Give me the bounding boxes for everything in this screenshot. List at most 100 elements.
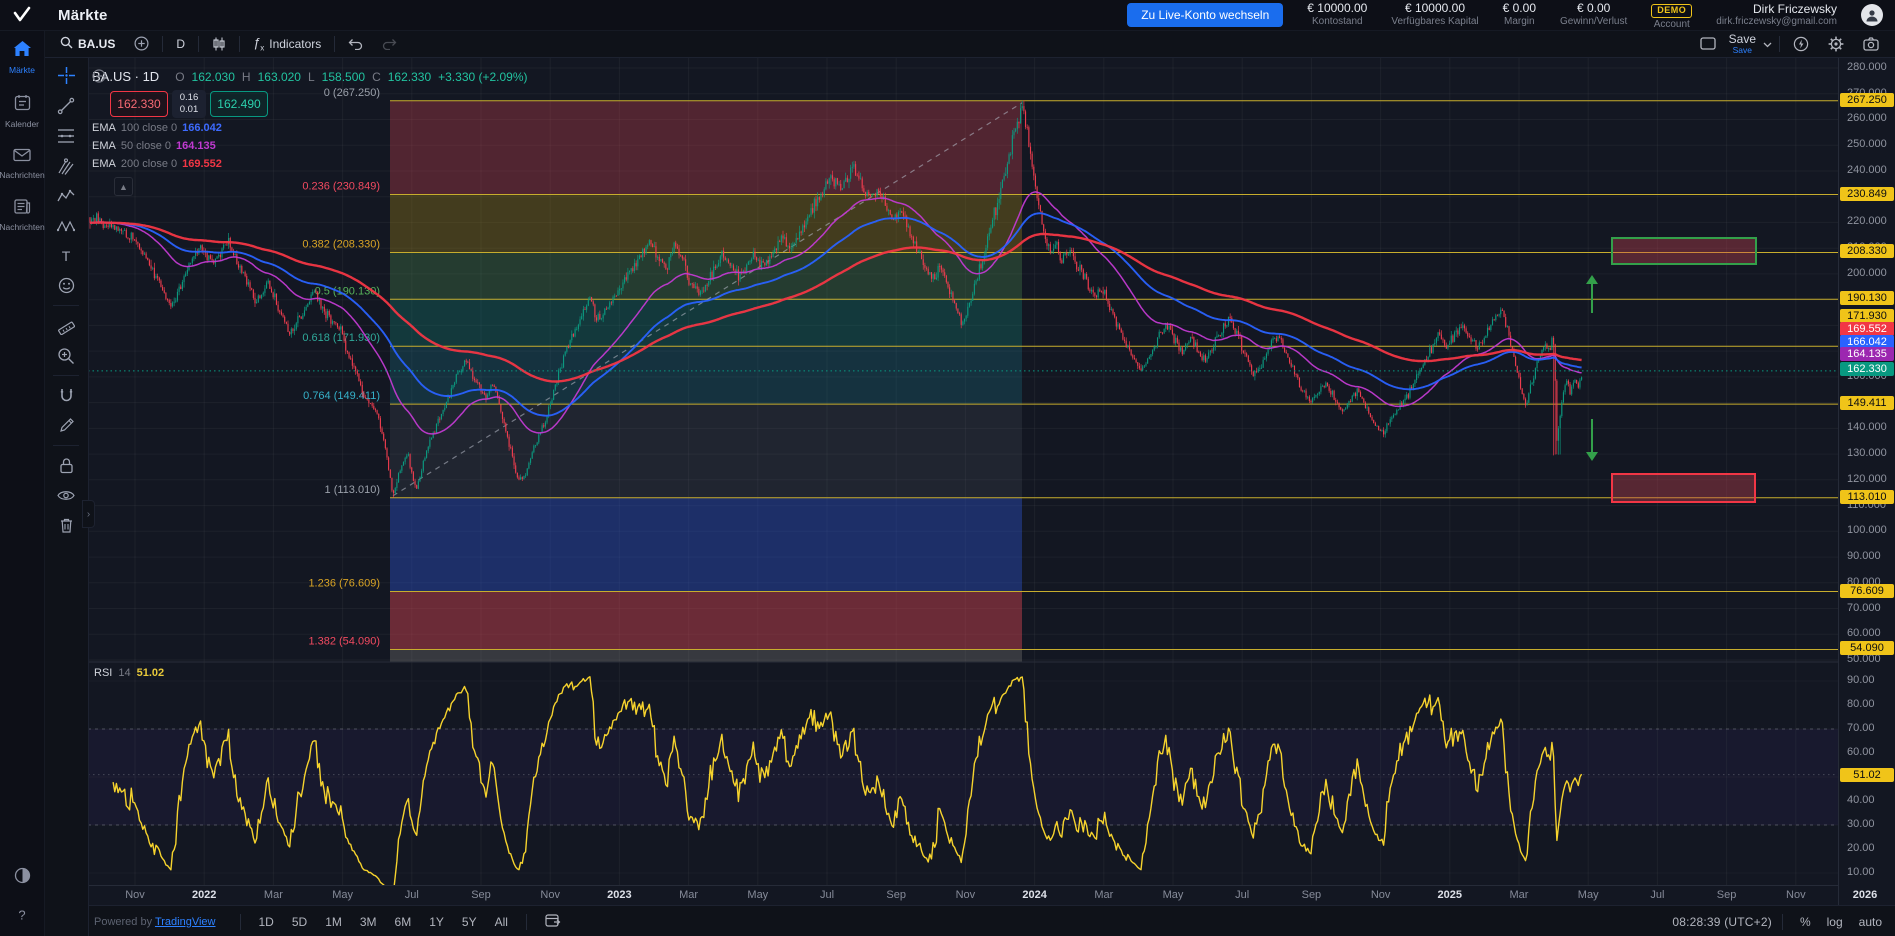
symbol-search[interactable]: BA.US — [54, 33, 121, 55]
scale-button-auto[interactable]: auto — [1852, 912, 1889, 932]
pitchfork-icon[interactable] — [51, 152, 81, 179]
legend-collapse-button[interactable]: ▲ — [114, 177, 133, 196]
home-icon — [13, 40, 32, 62]
time-axis-label: Jul — [1650, 889, 1664, 901]
svg-text:1.382 (54.090): 1.382 (54.090) — [308, 636, 380, 648]
price-axis-label: 200.000 — [1847, 267, 1887, 279]
symbol-legend: BA.US · 1D O162.030 H163.020 L158.500 C1… — [92, 69, 528, 172]
gear-icon[interactable] — [1822, 33, 1850, 55]
eye-icon[interactable] — [51, 482, 81, 509]
tradingview-link[interactable]: TradingView — [155, 916, 216, 928]
range-button-all[interactable]: All — [487, 912, 516, 932]
flash-icon[interactable] — [1787, 33, 1815, 55]
fx-icon: ƒx — [253, 35, 264, 53]
chevron-down-icon[interactable] — [1763, 37, 1772, 51]
time-axis-label: 2026 — [1853, 889, 1877, 901]
magnet-icon[interactable] — [51, 382, 81, 409]
time-axis-label: Nov — [540, 889, 560, 901]
time-axis-label: May — [747, 889, 768, 901]
svg-text:0.618 (171.930): 0.618 (171.930) — [302, 332, 380, 344]
price-axis-label: 100.000 — [1847, 524, 1887, 536]
pattern-icon[interactable] — [51, 212, 81, 239]
ema-legend-row[interactable]: EMA100 close 0166.042 — [92, 121, 528, 136]
buy-button[interactable]: 162.490 — [210, 91, 268, 117]
ema-legend-row[interactable]: EMA200 close 0169.552 — [92, 157, 528, 172]
lock-icon[interactable] — [51, 452, 81, 479]
trendline-icon[interactable] — [51, 92, 81, 119]
chart-area[interactable]: 0 (267.250)0.236 (230.849)0.382 (208.330… — [88, 57, 1838, 885]
camera-icon[interactable] — [1857, 34, 1885, 54]
account-stat: € 0.00Gewinn/Verlust — [1560, 2, 1627, 27]
compare-add-icon[interactable] — [128, 33, 155, 54]
trash-icon[interactable] — [51, 512, 81, 539]
price-axis[interactable]: 280.000270.000260.000250.000240.000230.0… — [1838, 57, 1895, 905]
price-tag: 54.090 — [1840, 641, 1894, 655]
rsi-axis-label: 10.00 — [1847, 866, 1875, 878]
switch-live-account-button[interactable]: Zu Live-Konto wechseln — [1127, 3, 1283, 27]
account-stat: € 10000.00Kontostand — [1307, 2, 1367, 27]
emoji-icon[interactable] — [51, 272, 81, 299]
interval-button[interactable]: D — [170, 34, 191, 54]
svg-text:0.236 (230.849): 0.236 (230.849) — [302, 181, 380, 193]
wave-icon[interactable] — [51, 182, 81, 209]
go-to-date-icon[interactable] — [537, 910, 569, 933]
nav-sidebar: MärkteKalenderNachrichtenNachrichten ? — [0, 30, 45, 936]
time-axis-label: Mar — [264, 889, 283, 901]
price-axis-label: 120.000 — [1847, 473, 1887, 485]
svg-text:1 (113.010): 1 (113.010) — [325, 484, 380, 496]
zoom-in-icon[interactable] — [51, 342, 81, 369]
panel-layout-icon[interactable] — [1694, 34, 1722, 53]
price-axis-label: 70.000 — [1847, 602, 1881, 614]
toolbar-collapse-handle[interactable]: › — [82, 500, 95, 528]
chart-style-icon[interactable] — [206, 34, 232, 54]
price-axis-label: 140.000 — [1847, 421, 1887, 433]
price-tag: 149.411 — [1840, 396, 1894, 410]
indicators-button[interactable]: ƒx Indicators — [247, 32, 327, 56]
rsi-legend: RSI 14 51.02 — [94, 667, 164, 679]
time-axis[interactable]: Nov2022MarMayJulSepNov2023MarMayJulSepNo… — [88, 885, 1838, 906]
svg-text:T: T — [62, 248, 71, 264]
range-button-3m[interactable]: 3M — [352, 912, 385, 932]
range-button-5d[interactable]: 5D — [284, 912, 315, 932]
price-axis-label: 60.000 — [1847, 627, 1881, 639]
range-button-1y[interactable]: 1Y — [421, 912, 452, 932]
contrast-icon[interactable] — [14, 867, 31, 889]
avatar[interactable] — [1861, 4, 1883, 26]
sidebar-item-nachrichten-3[interactable]: Nachrichten — [0, 189, 44, 241]
range-button-1d[interactable]: 1D — [251, 912, 282, 932]
range-button-1m[interactable]: 1M — [317, 912, 350, 932]
pencil-icon[interactable] — [51, 412, 81, 439]
fib-retracement-icon[interactable] — [51, 122, 81, 149]
time-axis-label: Nov — [1371, 889, 1391, 901]
text-icon[interactable]: T — [51, 242, 81, 269]
time-axis-label: Sep — [1717, 889, 1737, 901]
account-stat: € 10000.00Verfügbares Kapital — [1391, 2, 1478, 27]
brand-logo-icon — [0, 6, 44, 24]
undo-icon[interactable] — [342, 35, 369, 53]
clock[interactable]: 08:28:39 (UTC+2) — [1672, 915, 1772, 929]
range-button-6m[interactable]: 6M — [387, 912, 420, 932]
save-button[interactable]: Save Save — [1729, 33, 1756, 55]
help-icon[interactable]: ? — [14, 907, 30, 928]
sidebar-item-nachrichten-2[interactable]: Nachrichten — [0, 138, 44, 189]
svg-text:1.236 (76.609): 1.236 (76.609) — [308, 578, 380, 590]
scale-button-log[interactable]: log — [1820, 912, 1850, 932]
range-button-5y[interactable]: 5Y — [454, 912, 485, 932]
price-chart-canvas[interactable]: 0 (267.250)0.236 (230.849)0.382 (208.330… — [88, 57, 1838, 885]
mail-icon — [13, 148, 31, 167]
sidebar-item-märkte-0[interactable]: Märkte — [0, 30, 44, 84]
sell-button[interactable]: 162.330 — [110, 91, 168, 117]
redo-icon[interactable] — [376, 35, 403, 53]
price-tag: 190.130 — [1840, 291, 1894, 305]
time-axis-label: Mar — [1510, 889, 1529, 901]
scale-button-%[interactable]: % — [1793, 912, 1818, 932]
time-axis-label: Mar — [1094, 889, 1113, 901]
price-axis-label: 250.000 — [1847, 138, 1887, 150]
ruler-icon[interactable] — [51, 312, 81, 339]
crosshair-icon[interactable] — [51, 62, 81, 89]
trading-app: Märkte Zu Live-Konto wechseln € 10000.00… — [0, 0, 1895, 936]
sidebar-item-kalender-1[interactable]: Kalender — [0, 84, 44, 138]
ema-legend-row[interactable]: EMA50 close 0164.135 — [92, 139, 528, 154]
rsi-axis-label: 30.00 — [1847, 818, 1875, 830]
time-axis-label: May — [332, 889, 353, 901]
